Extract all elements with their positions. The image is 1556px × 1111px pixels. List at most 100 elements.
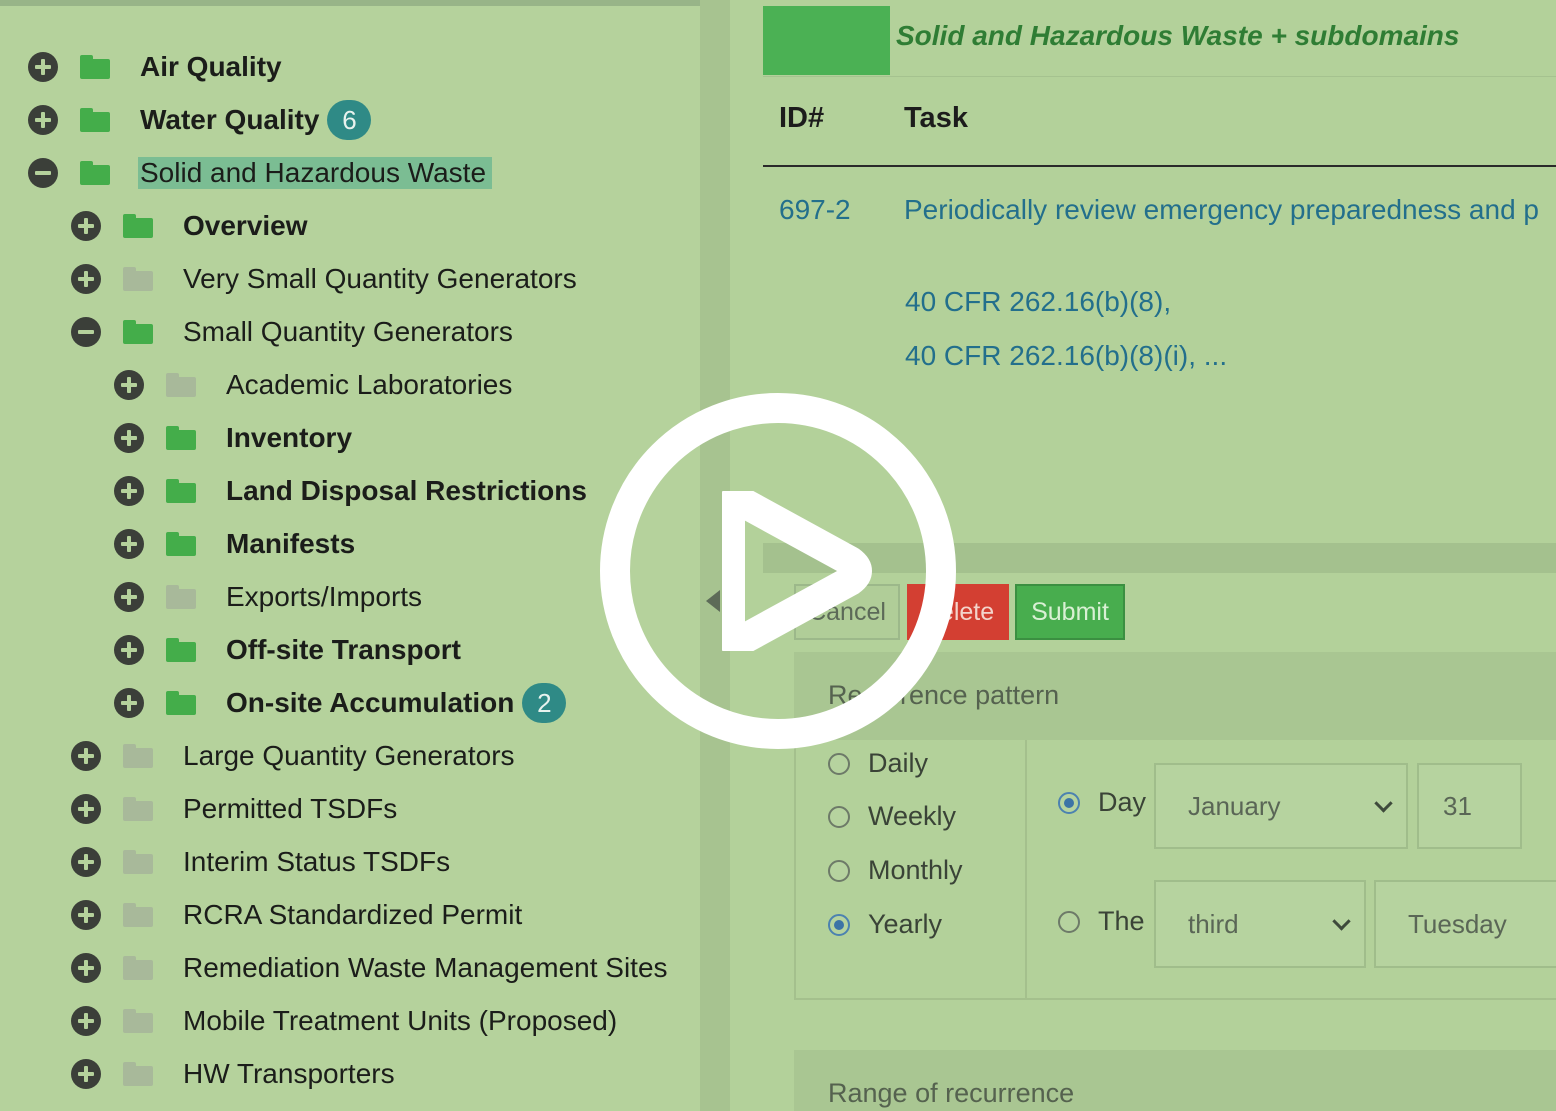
tree-item-label[interactable]: Remediation Waste Management Sites bbox=[183, 952, 668, 984]
tree-item-label[interactable]: Very Small Quantity Generators bbox=[183, 263, 577, 295]
radio-yearly-control[interactable] bbox=[828, 913, 850, 936]
tree-item-label[interactable]: Large Quantity Generators bbox=[183, 740, 515, 772]
tree-item-label[interactable]: Exports/Imports bbox=[226, 581, 422, 613]
month-select-value: January bbox=[1188, 790, 1281, 821]
radio-monthly-control[interactable] bbox=[828, 859, 850, 882]
citation-link[interactable]: 40 CFR 262.16(b)(8), bbox=[905, 286, 1171, 318]
tree-item-label[interactable]: Interim Status TSDFs bbox=[183, 846, 450, 878]
radio-yearly-the-control[interactable] bbox=[1058, 910, 1080, 933]
plus-circle-icon[interactable] bbox=[71, 1059, 101, 1089]
plus-circle-icon[interactable] bbox=[71, 1006, 101, 1036]
panel-color-swatch bbox=[763, 6, 890, 75]
folder-icon bbox=[123, 320, 153, 344]
plus-circle-icon[interactable] bbox=[71, 211, 101, 241]
tree-item-label[interactable]: Academic Laboratories bbox=[226, 369, 512, 401]
folder-icon bbox=[123, 1062, 153, 1086]
tree-item-off-site-transport[interactable]: Off-site Transport bbox=[114, 630, 461, 670]
tree-item-rcra-standardized-permit[interactable]: RCRA Standardized Permit bbox=[71, 895, 522, 935]
tree-item-water-quality[interactable]: Water Quality 6 bbox=[28, 100, 372, 140]
folder-icon bbox=[166, 426, 196, 450]
tree-item-label[interactable]: Overview bbox=[183, 210, 308, 242]
plus-circle-icon[interactable] bbox=[71, 900, 101, 930]
radio-yearly[interactable]: Yearly bbox=[828, 909, 942, 940]
task-description-link[interactable]: Periodically review emergency preparedne… bbox=[904, 194, 1539, 226]
tree-item-very-small-quantity-generators[interactable]: Very Small Quantity Generators bbox=[71, 259, 577, 299]
day-number-input[interactable]: 31 bbox=[1417, 763, 1522, 849]
radio-yearly-the-label: The bbox=[1098, 906, 1145, 936]
tree-item-air-quality[interactable]: Air Quality bbox=[28, 47, 282, 87]
tree-item-label[interactable]: Land Disposal Restrictions bbox=[226, 475, 587, 507]
plus-circle-icon[interactable] bbox=[114, 423, 144, 453]
tree-item-label[interactable]: On-site Accumulation bbox=[226, 687, 514, 719]
plus-circle-icon[interactable] bbox=[71, 953, 101, 983]
radio-yearly-the[interactable]: The bbox=[1058, 906, 1145, 937]
tree-item-permitted-tsdfs[interactable]: Permitted TSDFs bbox=[71, 789, 397, 829]
radio-weekly[interactable]: Weekly bbox=[828, 801, 956, 832]
tree-item-label[interactable]: Manifests bbox=[226, 528, 355, 560]
minus-circle-icon[interactable] bbox=[71, 317, 101, 347]
tree-item-label[interactable]: Air Quality bbox=[140, 51, 282, 83]
plus-circle-icon[interactable] bbox=[114, 635, 144, 665]
folder-icon bbox=[123, 797, 153, 821]
tree-item-label[interactable]: RCRA Standardized Permit bbox=[183, 899, 522, 931]
plus-circle-icon[interactable] bbox=[71, 741, 101, 771]
tree-item-large-quantity-generators[interactable]: Large Quantity Generators bbox=[71, 736, 515, 776]
tree-item-academic-laboratories[interactable]: Academic Laboratories bbox=[114, 365, 512, 405]
tree-item-label[interactable]: Mobile Treatment Units (Proposed) bbox=[183, 1005, 617, 1037]
tree-item-manifests[interactable]: Manifests bbox=[114, 524, 355, 564]
tree-item-overview[interactable]: Overview bbox=[71, 206, 308, 246]
tree-item-label[interactable]: Water Quality bbox=[140, 104, 319, 136]
column-header-id[interactable]: ID# bbox=[779, 102, 824, 135]
citation-link[interactable]: 40 CFR 262.16(b)(8)(i), ... bbox=[905, 340, 1227, 372]
tree-item-label[interactable]: Permitted TSDFs bbox=[183, 793, 397, 825]
plus-circle-icon[interactable] bbox=[114, 476, 144, 506]
plus-circle-icon[interactable] bbox=[28, 52, 58, 82]
weekday-select[interactable]: Tuesday bbox=[1374, 880, 1556, 968]
tree-item-inventory[interactable]: Inventory bbox=[114, 418, 352, 458]
plus-circle-icon[interactable] bbox=[114, 529, 144, 559]
tree-item-on-site-accumulation[interactable]: On-site Accumulation 2 bbox=[114, 683, 567, 723]
tree-item-label[interactable]: Inventory bbox=[226, 422, 352, 454]
radio-monthly[interactable]: Monthly bbox=[828, 855, 963, 886]
tree-item-hw-transporters[interactable]: HW Transporters bbox=[71, 1054, 395, 1094]
tree-item-mobile-treatment-units-proposed[interactable]: Mobile Treatment Units (Proposed) bbox=[71, 1001, 617, 1041]
plus-circle-icon[interactable] bbox=[28, 105, 58, 135]
range-of-recurrence-title: Range of recurrence bbox=[828, 1078, 1075, 1108]
tree-item-land-disposal-restrictions[interactable]: Land Disposal Restrictions bbox=[114, 471, 587, 511]
day-number-value: 31 bbox=[1443, 790, 1472, 821]
plus-circle-icon[interactable] bbox=[114, 688, 144, 718]
tree-item-label[interactable]: Off-site Transport bbox=[226, 634, 461, 666]
submit-button[interactable]: Submit bbox=[1015, 584, 1125, 640]
folder-icon bbox=[166, 638, 196, 662]
ordinal-select[interactable]: third bbox=[1154, 880, 1366, 968]
tree-item-interim-status-tsdfs[interactable]: Interim Status TSDFs bbox=[71, 842, 450, 882]
task-id-link[interactable]: 697-2 bbox=[779, 194, 851, 226]
radio-daily-control[interactable] bbox=[828, 752, 850, 775]
folder-icon bbox=[80, 161, 110, 185]
folder-icon bbox=[166, 585, 196, 609]
tree-item-label[interactable]: Small Quantity Generators bbox=[183, 316, 513, 348]
tree-item-label[interactable]: HW Transporters bbox=[183, 1058, 395, 1090]
tree-item-exports-imports[interactable]: Exports/Imports bbox=[114, 577, 422, 617]
plus-circle-icon[interactable] bbox=[71, 847, 101, 877]
radio-weekly-control[interactable] bbox=[828, 805, 850, 828]
plus-circle-icon[interactable] bbox=[71, 264, 101, 294]
folder-icon bbox=[166, 532, 196, 556]
weekday-select-value: Tuesday bbox=[1408, 908, 1507, 939]
minus-circle-icon[interactable] bbox=[28, 158, 58, 188]
tree-item-small-quantity-generators[interactable]: Small Quantity Generators bbox=[71, 312, 513, 352]
folder-icon bbox=[123, 903, 153, 927]
radio-monthly-label: Monthly bbox=[868, 855, 963, 885]
radio-yearly-day[interactable]: Day bbox=[1058, 787, 1146, 818]
radio-yearly-day-control[interactable] bbox=[1058, 791, 1080, 814]
plus-circle-icon[interactable] bbox=[71, 794, 101, 824]
plus-circle-icon[interactable] bbox=[114, 582, 144, 612]
radio-daily[interactable]: Daily bbox=[828, 748, 928, 779]
column-header-task[interactable]: Task bbox=[904, 102, 968, 135]
month-select[interactable]: January bbox=[1154, 763, 1408, 849]
play-button[interactable] bbox=[600, 393, 956, 749]
tree-item-label[interactable]: Solid and Hazardous Waste bbox=[138, 157, 493, 189]
plus-circle-icon[interactable] bbox=[114, 370, 144, 400]
tree-item-solid-and-hazardous-waste[interactable]: Solid and Hazardous Waste bbox=[28, 153, 493, 193]
tree-item-remediation-waste-management-sites[interactable]: Remediation Waste Management Sites bbox=[71, 948, 668, 988]
